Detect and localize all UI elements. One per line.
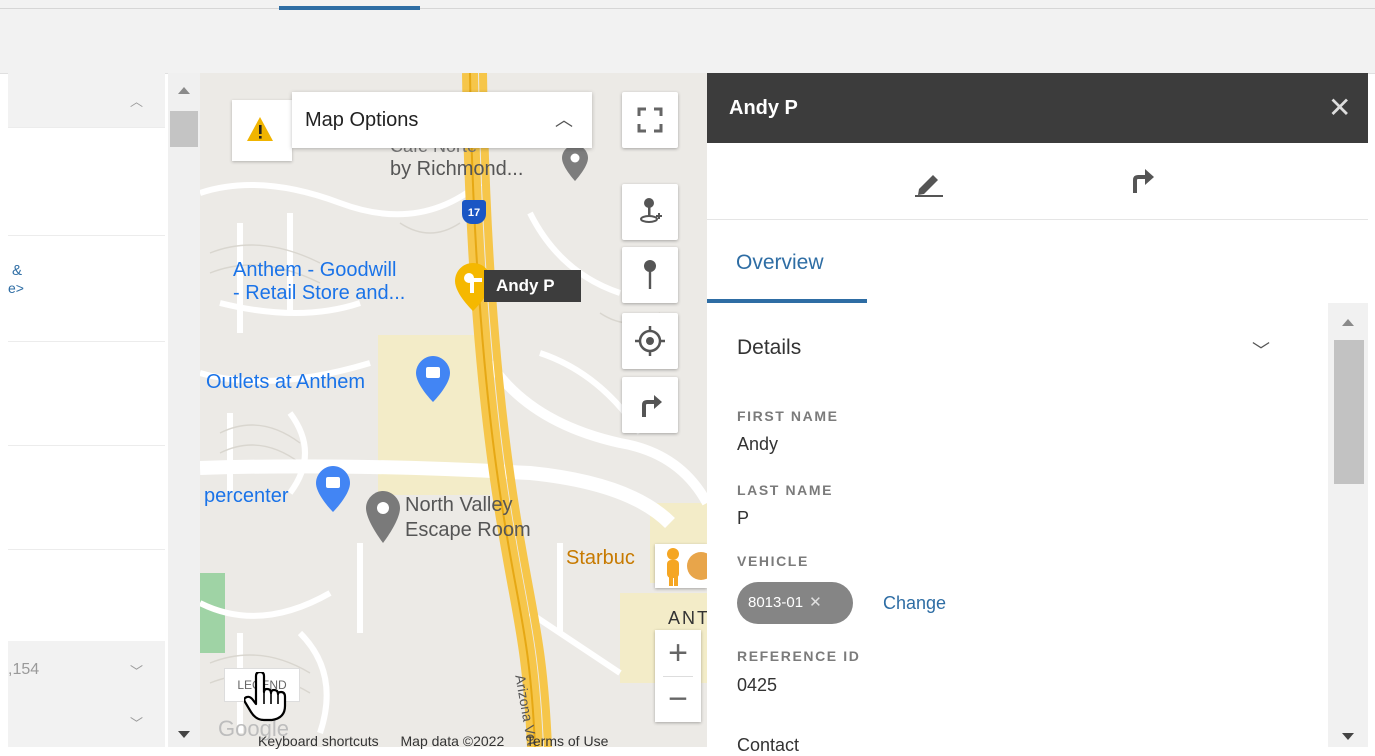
locate-button[interactable] [622, 313, 678, 369]
zoom-in-icon[interactable]: + [655, 630, 701, 676]
remove-chip-icon[interactable]: ✕ [809, 594, 822, 611]
map-place-label[interactable]: - Retail Store and... [233, 283, 405, 304]
change-vehicle-link[interactable]: Change [883, 593, 946, 614]
list-item[interactable] [8, 127, 165, 236]
scrollbar-thumb[interactable] [1334, 340, 1364, 484]
add-location-icon [640, 198, 662, 223]
map-options-dropdown[interactable]: Map Options ︿ [292, 92, 592, 148]
left-list-panel: ︿ & e> ,154 ﹀ ﹀ [8, 73, 165, 747]
share-icon[interactable] [1127, 165, 1157, 200]
top-app-bar [0, 0, 1375, 74]
active-tab-indicator [279, 6, 420, 10]
first-name-label: FIRST NAME [737, 408, 839, 424]
vehicle-value: 8013-01 [748, 594, 804, 611]
highway-shield-icon: 17 [462, 200, 486, 224]
vehicle-chip[interactable]: 8013-01 ✕ [737, 582, 853, 624]
vehicle-label: VEHICLE [737, 553, 809, 569]
fullscreen-icon [637, 107, 663, 133]
contact-section-title: Contact [737, 735, 800, 755]
map-place-label[interactable]: ANT [668, 608, 707, 629]
last-name-label: LAST NAME [737, 482, 834, 498]
reference-id-value: 0425 [737, 675, 778, 695]
scroll-up-icon[interactable] [178, 87, 190, 94]
zoom-control[interactable]: + − [655, 630, 701, 722]
map-place-label[interactable]: Escape Room [405, 520, 531, 541]
scroll-up-icon[interactable] [1342, 319, 1354, 326]
add-stop-button[interactable] [622, 184, 678, 240]
scrollbar-thumb[interactable] [170, 111, 198, 147]
map-options-label[interactable]: Map Options [305, 109, 418, 132]
map-place-label[interactable]: by Richmond... [390, 159, 523, 180]
first-name-value: Andy [737, 434, 779, 454]
map-place-label[interactable]: North Valley [405, 495, 512, 516]
directions-button[interactable] [622, 377, 678, 433]
pegman-icon[interactable] [655, 544, 707, 588]
crosshair-icon [635, 326, 665, 356]
list-item-text[interactable]: e> [8, 280, 24, 296]
map-place-label[interactable]: percenter [204, 486, 289, 507]
expand-chevron-icon[interactable]: ﹀ [130, 661, 143, 680]
tab-overview[interactable]: Overview [736, 251, 824, 275]
list-scrollbar[interactable] [168, 73, 200, 747]
map-place-label[interactable]: Starbuc [566, 548, 635, 569]
fullscreen-button[interactable] [622, 92, 678, 148]
zoom-out-icon[interactable]: − [655, 676, 701, 722]
left-list-header: ︿ [8, 73, 165, 127]
reference-id-label: REFERENCE ID [737, 648, 861, 664]
map-warning-button[interactable] [232, 100, 292, 161]
top-divider [0, 8, 1375, 9]
list-item[interactable] [8, 445, 165, 550]
scroll-down-icon[interactable] [1342, 733, 1354, 740]
map-place-label[interactable]: Outlets at Anthem [206, 372, 365, 393]
chevron-down-icon[interactable]: ﹀ [1252, 337, 1270, 363]
detail-title: Andy P [729, 97, 798, 119]
last-name-value: P [737, 508, 750, 528]
pin-button[interactable] [622, 247, 678, 303]
turn-right-icon [642, 395, 662, 417]
close-icon[interactable]: ✕ [1328, 91, 1351, 124]
driver-marker-label[interactable]: Andy P [484, 270, 581, 302]
pushpin-icon [644, 260, 656, 289]
collapse-chevron-icon[interactable]: ︿ [130, 91, 143, 110]
list-item[interactable] [8, 341, 165, 446]
edit-icon[interactable] [913, 167, 945, 202]
chevron-up-icon[interactable]: ︿ [555, 106, 573, 132]
list-item[interactable]: & e> [8, 235, 165, 342]
scroll-down-icon[interactable] [178, 731, 190, 738]
detail-header: Andy P ✕ [707, 73, 1368, 143]
detail-tabs: Overview [707, 219, 1368, 304]
map-place-label[interactable]: Anthem - Goodwill [233, 260, 396, 281]
footer-value: ,154 [8, 661, 40, 678]
expand-chevron-icon[interactable]: ﹀ [130, 713, 143, 732]
section-title: Details [737, 336, 802, 359]
left-list-footer: ,154 ﹀ ﹀ [8, 641, 165, 747]
detail-toolbar [707, 143, 1368, 220]
list-item-text[interactable]: & [12, 262, 22, 279]
detail-body: Details ﹀ FIRST NAME Andy LAST NAME P VE… [707, 303, 1328, 755]
detail-scrollbar[interactable] [1328, 303, 1368, 747]
hand-cursor-icon [243, 670, 290, 727]
warning-icon [247, 117, 273, 141]
highway-number: 17 [467, 207, 481, 219]
list-item[interactable] [8, 549, 165, 642]
detail-panel: Andy P ✕ Overview Details ﹀ FIRST NAME A… [707, 73, 1368, 755]
